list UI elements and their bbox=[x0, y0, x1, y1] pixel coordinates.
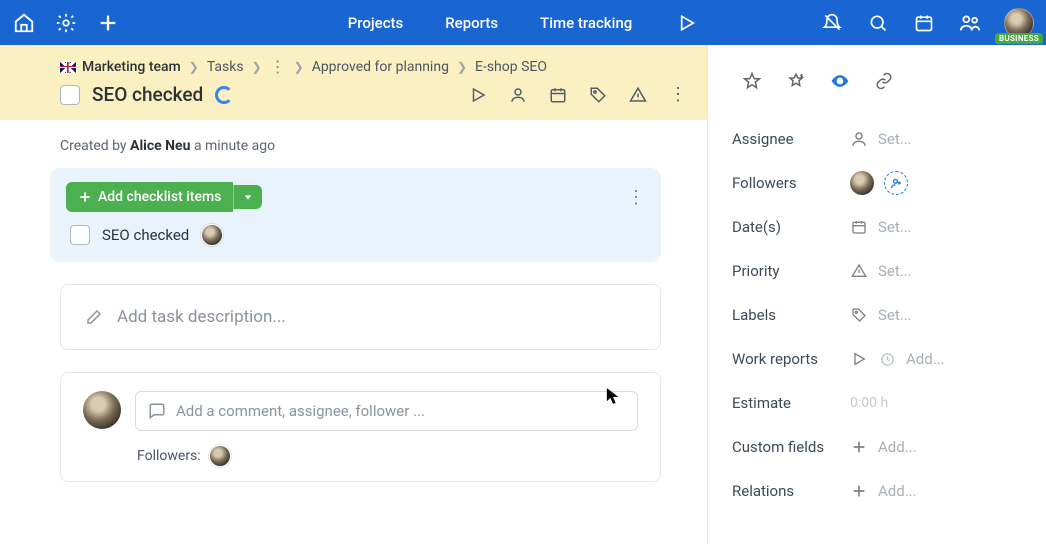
chevron-right-icon: ❯ bbox=[189, 60, 199, 74]
business-badge: BUSINESS bbox=[995, 33, 1043, 44]
priority-set[interactable]: Set... bbox=[850, 262, 912, 280]
star-icon[interactable] bbox=[740, 69, 764, 93]
followers-label: Followers: bbox=[137, 448, 201, 464]
crumb-team[interactable]: Marketing team bbox=[60, 59, 181, 75]
play-icon bbox=[850, 350, 868, 368]
task-header: Marketing team ❯ Tasks ❯ ⋮ ❯ Approved fo… bbox=[0, 45, 707, 120]
checklist-more-icon[interactable]: ⋮ bbox=[627, 187, 645, 208]
workreports-add[interactable]: Add... bbox=[850, 350, 945, 368]
task-actions: ⋮ bbox=[469, 86, 687, 104]
breadcrumb: Marketing team ❯ Tasks ❯ ⋮ ❯ Approved fo… bbox=[60, 59, 687, 75]
reminder-icon[interactable] bbox=[784, 69, 808, 93]
date-icon[interactable] bbox=[549, 86, 567, 104]
checklist-card: Add checklist items ⋮ SEO checked bbox=[50, 168, 661, 262]
search-icon[interactable] bbox=[866, 11, 890, 35]
flag-icon bbox=[60, 62, 76, 73]
tag-icon[interactable] bbox=[589, 86, 607, 104]
add-checklist-button[interactable]: Add checklist items bbox=[66, 182, 233, 212]
comment-icon bbox=[148, 402, 166, 420]
checklist-item: SEO checked bbox=[66, 212, 645, 248]
topbar-right: BUSINESS bbox=[820, 8, 1034, 38]
chevron-right-icon: ❯ bbox=[294, 60, 304, 74]
checklist-item-checkbox[interactable] bbox=[70, 225, 90, 245]
watch-icon[interactable] bbox=[828, 69, 852, 93]
calendar-icon[interactable] bbox=[912, 11, 936, 35]
crumb-more-icon[interactable]: ⋮ bbox=[270, 59, 286, 75]
field-workreports: Work reports Add... bbox=[732, 337, 1046, 381]
gear-icon[interactable] bbox=[54, 11, 78, 35]
comment-input[interactable]: Add a comment, assignee, follower ... bbox=[135, 391, 638, 431]
plus-icon bbox=[850, 438, 868, 456]
calendar-icon bbox=[850, 218, 868, 236]
topbar-nav: Projects Reports Time tracking bbox=[348, 11, 699, 35]
side-actions bbox=[740, 69, 1046, 93]
followers-value bbox=[850, 171, 908, 195]
clock-icon bbox=[878, 350, 896, 368]
checklist-item-avatar[interactable] bbox=[201, 224, 223, 246]
nav-reports[interactable]: Reports bbox=[445, 14, 498, 32]
nav-time[interactable]: Time tracking bbox=[540, 14, 632, 32]
chevron-right-icon: ❯ bbox=[457, 60, 467, 74]
crumb-approved[interactable]: Approved for planning bbox=[312, 59, 449, 75]
field-estimate: Estimate 0:00 h bbox=[732, 381, 1046, 425]
comment-avatar bbox=[83, 391, 121, 429]
created-by: Created by Alice Neu a minute ago bbox=[0, 120, 707, 168]
custom-add[interactable]: Add... bbox=[850, 438, 917, 456]
person-icon bbox=[850, 130, 868, 148]
priority-icon bbox=[850, 262, 868, 280]
field-custom: Custom fields Add... bbox=[732, 425, 1046, 469]
field-assignee: Assignee Set... bbox=[732, 117, 1046, 161]
field-priority: Priority Set... bbox=[732, 249, 1046, 293]
pencil-icon bbox=[85, 308, 103, 326]
relations-add[interactable]: Add... bbox=[850, 482, 917, 500]
task-title[interactable]: SEO checked bbox=[92, 83, 203, 106]
main-panel: Marketing team ❯ Tasks ❯ ⋮ ❯ Approved fo… bbox=[0, 45, 708, 544]
add-checklist-dropdown[interactable] bbox=[233, 185, 262, 209]
field-followers: Followers bbox=[732, 161, 1046, 205]
labels-set[interactable]: Set... bbox=[850, 306, 912, 324]
topbar: Projects Reports Time tracking BUSINESS bbox=[0, 0, 1046, 45]
task-complete-checkbox[interactable] bbox=[60, 85, 80, 105]
user-avatar[interactable]: BUSINESS bbox=[1004, 8, 1034, 38]
plus-icon bbox=[850, 482, 868, 500]
checklist-toolbar: Add checklist items ⋮ bbox=[66, 182, 645, 212]
follower-avatar[interactable] bbox=[209, 445, 231, 467]
checklist-item-label[interactable]: SEO checked bbox=[102, 226, 189, 244]
field-dates: Date(s) Set... bbox=[732, 205, 1046, 249]
tag-icon bbox=[850, 306, 868, 324]
loading-spinner-icon bbox=[215, 86, 233, 104]
play-icon[interactable] bbox=[674, 11, 698, 35]
nav-projects[interactable]: Projects bbox=[348, 14, 404, 32]
plus-icon[interactable] bbox=[96, 11, 120, 35]
chevron-right-icon: ❯ bbox=[252, 60, 262, 74]
followers-row: Followers: bbox=[137, 445, 638, 467]
people-icon[interactable] bbox=[958, 11, 982, 35]
add-follower-button[interactable] bbox=[884, 171, 908, 195]
more-icon[interactable]: ⋮ bbox=[669, 86, 687, 104]
crumb-page[interactable]: E-shop SEO bbox=[475, 59, 547, 75]
title-row: SEO checked ⋮ bbox=[60, 83, 687, 106]
play-icon[interactable] bbox=[469, 86, 487, 104]
assignee-set[interactable]: Set... bbox=[850, 130, 912, 148]
assignee-icon[interactable] bbox=[509, 86, 527, 104]
topbar-left bbox=[12, 11, 120, 35]
cursor-icon bbox=[606, 387, 620, 405]
field-labels: Labels Set... bbox=[732, 293, 1046, 337]
crumb-tasks[interactable]: Tasks bbox=[207, 59, 244, 75]
bell-off-icon[interactable] bbox=[820, 11, 844, 35]
content: Marketing team ❯ Tasks ❯ ⋮ ❯ Approved fo… bbox=[0, 45, 1046, 544]
estimate-value[interactable]: 0:00 h bbox=[850, 395, 888, 411]
author-name: Alice Neu bbox=[130, 138, 190, 154]
dates-set[interactable]: Set... bbox=[850, 218, 912, 236]
priority-icon[interactable] bbox=[629, 86, 647, 104]
field-relations: Relations Add... bbox=[732, 469, 1046, 513]
link-icon[interactable] bbox=[872, 69, 896, 93]
description-input[interactable]: Add task description... bbox=[60, 284, 661, 350]
follower-avatar[interactable] bbox=[850, 171, 874, 195]
home-icon[interactable] bbox=[12, 11, 36, 35]
comment-card: Add a comment, assignee, follower ... Fo… bbox=[60, 372, 661, 482]
side-panel: Assignee Set... Followers Date(s) Set... bbox=[708, 45, 1046, 544]
